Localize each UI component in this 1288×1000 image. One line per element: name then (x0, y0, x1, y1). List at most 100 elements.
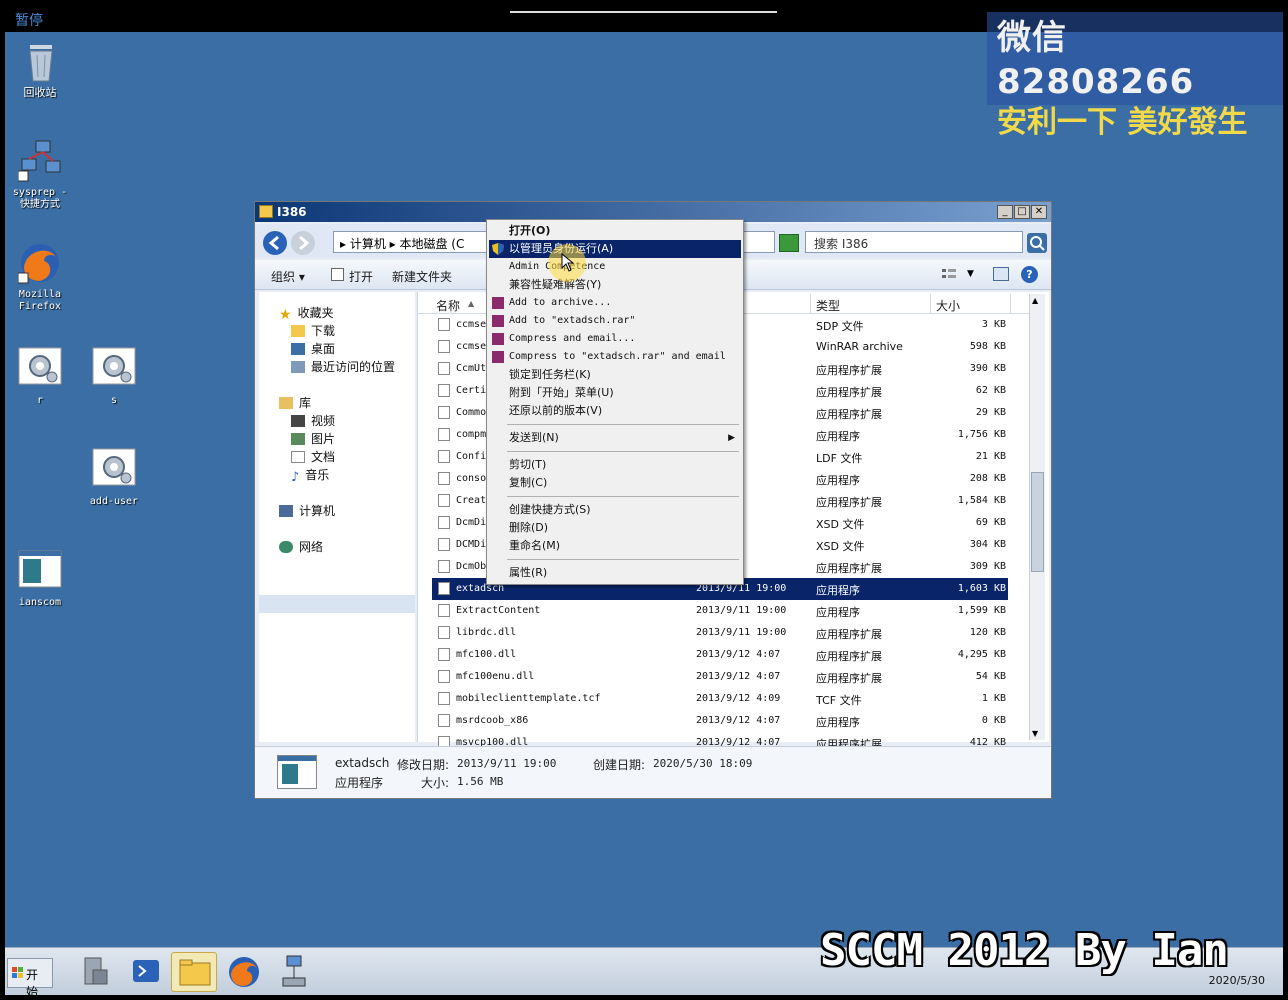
maximize-button[interactable]: □ (1014, 205, 1030, 219)
nav-libraries[interactable]: 库 (279, 394, 311, 411)
nav-music[interactable]: ♪ 音乐 (291, 466, 329, 485)
column-divider[interactable] (810, 294, 811, 314)
menu-run-as-admin[interactable]: 以管理员身份运行(A) (489, 240, 741, 258)
column-header-name[interactable]: 名称 (436, 297, 460, 314)
desktop-icon-sysprep[interactable]: sysprep - 快捷方式 (5, 139, 75, 211)
nav-documents[interactable]: 文档 (291, 448, 335, 465)
file-type: 应用程序扩展 (816, 628, 882, 641)
chevron-down-icon[interactable]: ▼ (967, 269, 974, 279)
menu-pin-taskbar[interactable]: 锁定到任务栏(K) (489, 366, 741, 384)
menu-copy[interactable]: 复制(C) (489, 474, 741, 492)
desktop-icon-s[interactable]: s (79, 347, 149, 407)
file-size: 69 KB (975, 517, 1006, 528)
desktop-icon-label: add-user (89, 496, 139, 507)
details-size: 1.56 MB (457, 775, 504, 788)
menu-admin-competence[interactable]: Admin Competence (489, 258, 741, 276)
nav-pictures[interactable]: 图片 (291, 430, 335, 447)
video-icon (291, 415, 305, 427)
table-row[interactable]: ExtractContent 2013/9/11 19:00 应用程序 1,599 K… (432, 600, 1008, 622)
search-icon[interactable] (1027, 233, 1047, 253)
library-icon (279, 397, 293, 409)
menu-send-to[interactable]: 发送到(N) ▶ (489, 429, 741, 447)
organize-button[interactable]: 组织 ▾ (271, 268, 305, 285)
nav-label: 桌面 (311, 342, 336, 356)
details-created-label: 创建日期: (593, 758, 646, 772)
view-options-icon[interactable] (941, 267, 957, 281)
file-name: mfc100enu.dll (456, 671, 535, 682)
nav-videos[interactable]: 视频 (291, 412, 335, 429)
desktop-icon-add-user[interactable]: add-user (79, 448, 149, 508)
table-row[interactable]: mfc100enu.dll 2013/9/12 4:07 应用程序扩展 54 KB (432, 666, 1008, 688)
file-icon (438, 494, 450, 507)
menu-troubleshoot[interactable]: 兼容性疑难解答(Y) (489, 276, 741, 294)
minimize-button[interactable]: _ (997, 205, 1013, 219)
search-input[interactable]: 搜索 I386 (805, 231, 1023, 253)
close-button[interactable]: ✕ (1031, 205, 1047, 219)
menu-compress-rar-email[interactable]: Compress to "extadsch.rar" and email (489, 348, 741, 366)
nav-downloads[interactable]: 下载 (291, 322, 335, 339)
menu-compress-email[interactable]: Compress and email... (489, 330, 741, 348)
menu-cut[interactable]: 剪切(T) (489, 456, 741, 474)
help-icon[interactable]: ? (1021, 266, 1038, 283)
column-header-size[interactable]: 大小 (936, 297, 960, 314)
nav-favorites[interactable]: ★ 收藏夹 (279, 304, 334, 323)
nav-label: 视频 (311, 414, 336, 428)
open-button[interactable]: 打开 (349, 268, 373, 285)
nav-desktop[interactable]: 桌面 (291, 340, 335, 357)
menu-delete[interactable]: 删除(D) (489, 519, 741, 537)
taskbar-network-app[interactable] (271, 952, 317, 992)
preview-pane-icon[interactable] (993, 267, 1009, 281)
back-button[interactable] (263, 231, 287, 255)
menu-rename[interactable]: 重命名(M) (489, 537, 741, 555)
file-size: 4,295 KB (957, 649, 1006, 660)
new-folder-button[interactable]: 新建文件夹 (392, 268, 452, 285)
column-header-type[interactable]: 类型 (816, 297, 840, 314)
file-icon (438, 428, 450, 441)
nav-label: 图片 (311, 432, 336, 446)
taskbar-powershell[interactable] (123, 952, 169, 992)
details-modified-date: 2013/9/11 19:00 (457, 757, 557, 770)
recent-places-icon (291, 361, 305, 373)
table-row[interactable]: msrdcoob_x86 2013/9/12 4:07 应用程序 0 KB (432, 710, 1008, 732)
scrollbar-thumb[interactable] (1031, 472, 1044, 572)
taskbar-explorer[interactable] (171, 952, 217, 992)
scroll-up-icon[interactable]: ▲ (1032, 296, 1038, 305)
table-row[interactable]: mobileclienttemplate.tcf 2013/9/12 4:09 TC… (432, 688, 1008, 710)
taskbar-firefox[interactable] (221, 952, 267, 992)
desktop-icon-firefox[interactable]: Mozilla Firefox (5, 241, 75, 313)
column-divider[interactable] (930, 294, 931, 314)
file-icon (438, 582, 450, 595)
menu-pin-start[interactable]: 附到「开始」菜单(U) (489, 384, 741, 402)
arrow-right-icon (299, 235, 310, 251)
menu-open[interactable]: 打开(O) (489, 222, 741, 240)
menu-properties[interactable]: 属性(R) (489, 564, 741, 582)
nav-recent[interactable]: 最近访问的位置 (291, 358, 395, 375)
column-divider[interactable] (1010, 294, 1011, 314)
details-size-label: 大小: (421, 776, 450, 790)
pause-label[interactable]: 暂停 (15, 10, 43, 30)
table-row[interactable]: librdc.dll 2013/9/11 19:00 应用程序扩展 120 KB (432, 622, 1008, 644)
file-size: 54 KB (975, 671, 1006, 682)
menu-create-shortcut[interactable]: 创建快捷方式(S) (489, 501, 741, 519)
nav-computer[interactable]: 计算机 (279, 502, 335, 519)
scroll-down-icon[interactable]: ▼ (1032, 729, 1038, 738)
desktop-icon-ianscom[interactable]: ianscom (5, 549, 75, 609)
network-icon (279, 541, 293, 553)
nav-network[interactable]: 网络 (279, 538, 323, 555)
file-type: 应用程序扩展 (816, 408, 882, 421)
file-type: SDP 文件 (816, 320, 864, 333)
refresh-icon[interactable] (779, 234, 799, 252)
desktop-icon-r[interactable]: r (5, 347, 75, 407)
menu-add-rar[interactable]: Add to "extadsch.rar" (489, 312, 741, 330)
desktop-icon-recycle-bin[interactable]: 回收站 (5, 39, 75, 99)
vertical-scrollbar[interactable]: ▲ ▼ (1029, 294, 1045, 740)
taskbar-server-manager[interactable] (73, 952, 119, 992)
file-icon (438, 648, 450, 661)
file-size: 1,756 KB (957, 429, 1006, 440)
forward-button[interactable] (291, 231, 315, 255)
search-placeholder: 搜索 I386 (814, 237, 869, 251)
start-button[interactable]: 开始 (7, 958, 53, 999)
menu-add-archive[interactable]: Add to archive... (489, 294, 741, 312)
table-row[interactable]: mfc100.dll 2013/9/12 4:07 应用程序扩展 4,295 KB (432, 644, 1008, 666)
menu-restore-versions[interactable]: 还原以前的版本(V) (489, 402, 741, 420)
